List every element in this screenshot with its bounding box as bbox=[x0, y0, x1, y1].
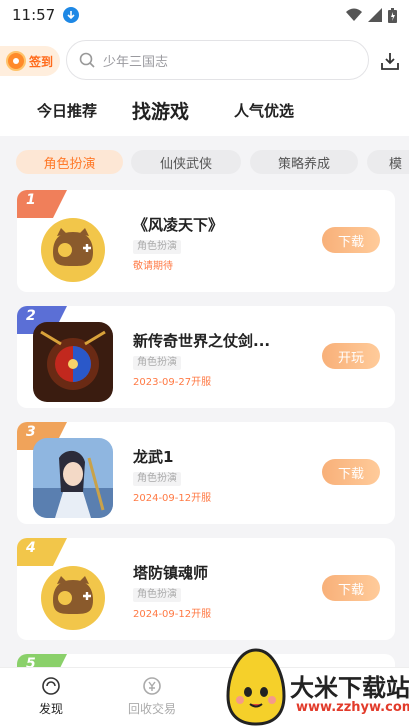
battery-icon bbox=[388, 7, 397, 23]
game-tag: 角色扮演 bbox=[133, 472, 181, 486]
signin-button[interactable]: 签到 bbox=[0, 46, 60, 76]
game-card[interactable]: 3 龙武1 角色扮演 2024-09-12开服 下载 bbox=[17, 422, 395, 524]
signin-label: 签到 bbox=[29, 54, 54, 69]
egg-mascot-logo bbox=[226, 648, 286, 726]
game-name: 龙武1 bbox=[133, 448, 174, 466]
rank-number: 1 bbox=[26, 192, 36, 208]
download-button[interactable]: 下载 bbox=[322, 575, 380, 601]
main-tabs: 今日推荐 找游戏 人气优选 bbox=[0, 88, 409, 136]
play-button[interactable]: 开玩 bbox=[322, 343, 380, 369]
game-art-icon bbox=[33, 438, 113, 518]
rank-number: 4 bbox=[26, 540, 36, 556]
download-button[interactable]: 下载 bbox=[322, 227, 380, 253]
status-icons bbox=[346, 7, 397, 23]
nav-recycle-trade[interactable]: 回收交易 bbox=[122, 676, 182, 717]
mascot-icon bbox=[33, 206, 113, 286]
category-chip-xianxia[interactable]: 仙侠武侠 bbox=[131, 150, 241, 174]
category-chip-more[interactable]: 模 bbox=[367, 150, 409, 174]
download-icon[interactable] bbox=[380, 52, 400, 70]
top-bar: 签到 少年三国志 bbox=[0, 30, 409, 88]
rank-number: 2 bbox=[26, 308, 36, 324]
tab-find-games[interactable]: 找游戏 bbox=[132, 97, 189, 124]
game-name: 新传奇世界之仗剑... bbox=[133, 332, 271, 350]
nav-recycle-trade-label: 回收交易 bbox=[127, 702, 176, 716]
game-name: 《风凌天下》 bbox=[133, 216, 224, 234]
watermark-title: 大米下载站 bbox=[290, 674, 409, 702]
game-card[interactable]: 1 《风凌天下》 角色扮演 敬请期待 下载 bbox=[17, 190, 395, 292]
site-watermark: 大米下载站 www.zzhyw.com bbox=[222, 640, 409, 727]
game-date: 2024-09-12开服 bbox=[133, 493, 212, 504]
watermark-url: www.zzhyw.com bbox=[296, 700, 409, 715]
rank-number: 3 bbox=[26, 424, 36, 440]
recycle-trade-icon bbox=[143, 677, 161, 695]
discover-icon bbox=[42, 677, 60, 695]
game-tag: 角色扮演 bbox=[133, 588, 181, 602]
category-chip-rpg[interactable]: 角色扮演 bbox=[16, 150, 123, 174]
nav-discover-label: 发现 bbox=[38, 702, 63, 716]
game-card[interactable]: 2 新传奇世界之仗剑... 角色扮演 2023-09-27开服 开玩 bbox=[17, 306, 395, 408]
mascot-icon bbox=[33, 554, 113, 634]
status-bar: 11:57 bbox=[0, 0, 409, 30]
signal-icon bbox=[368, 8, 382, 22]
game-date: 敬请期待 bbox=[133, 261, 173, 272]
search-placeholder: 少年三国志 bbox=[103, 54, 169, 70]
game-date: 2024-09-12开服 bbox=[133, 609, 212, 620]
category-chip-strategy[interactable]: 策略养成 bbox=[250, 150, 358, 174]
game-card[interactable]: 4 塔防镇魂师 角色扮演 2024-09-12开服 下载 bbox=[17, 538, 395, 640]
game-name: 塔防镇魂师 bbox=[133, 564, 209, 582]
game-date: 2023-09-27开服 bbox=[133, 377, 212, 388]
download-notification-icon bbox=[63, 7, 80, 23]
nav-discover[interactable]: 发现 bbox=[21, 676, 81, 717]
game-art-icon bbox=[33, 322, 113, 402]
category-chips: 角色扮演 仙侠武侠 策略养成 模 bbox=[0, 142, 409, 182]
download-button[interactable]: 下载 bbox=[322, 459, 380, 485]
coin-icon bbox=[6, 51, 26, 71]
search-input[interactable]: 少年三国志 bbox=[66, 40, 369, 80]
game-tag: 角色扮演 bbox=[133, 240, 181, 254]
wifi-icon bbox=[346, 8, 362, 21]
tab-today-recommend[interactable]: 今日推荐 bbox=[37, 100, 97, 121]
search-icon bbox=[79, 52, 95, 68]
game-tag: 角色扮演 bbox=[133, 356, 181, 370]
tab-popular[interactable]: 人气优选 bbox=[234, 100, 294, 121]
status-time: 11:57 bbox=[12, 6, 56, 24]
